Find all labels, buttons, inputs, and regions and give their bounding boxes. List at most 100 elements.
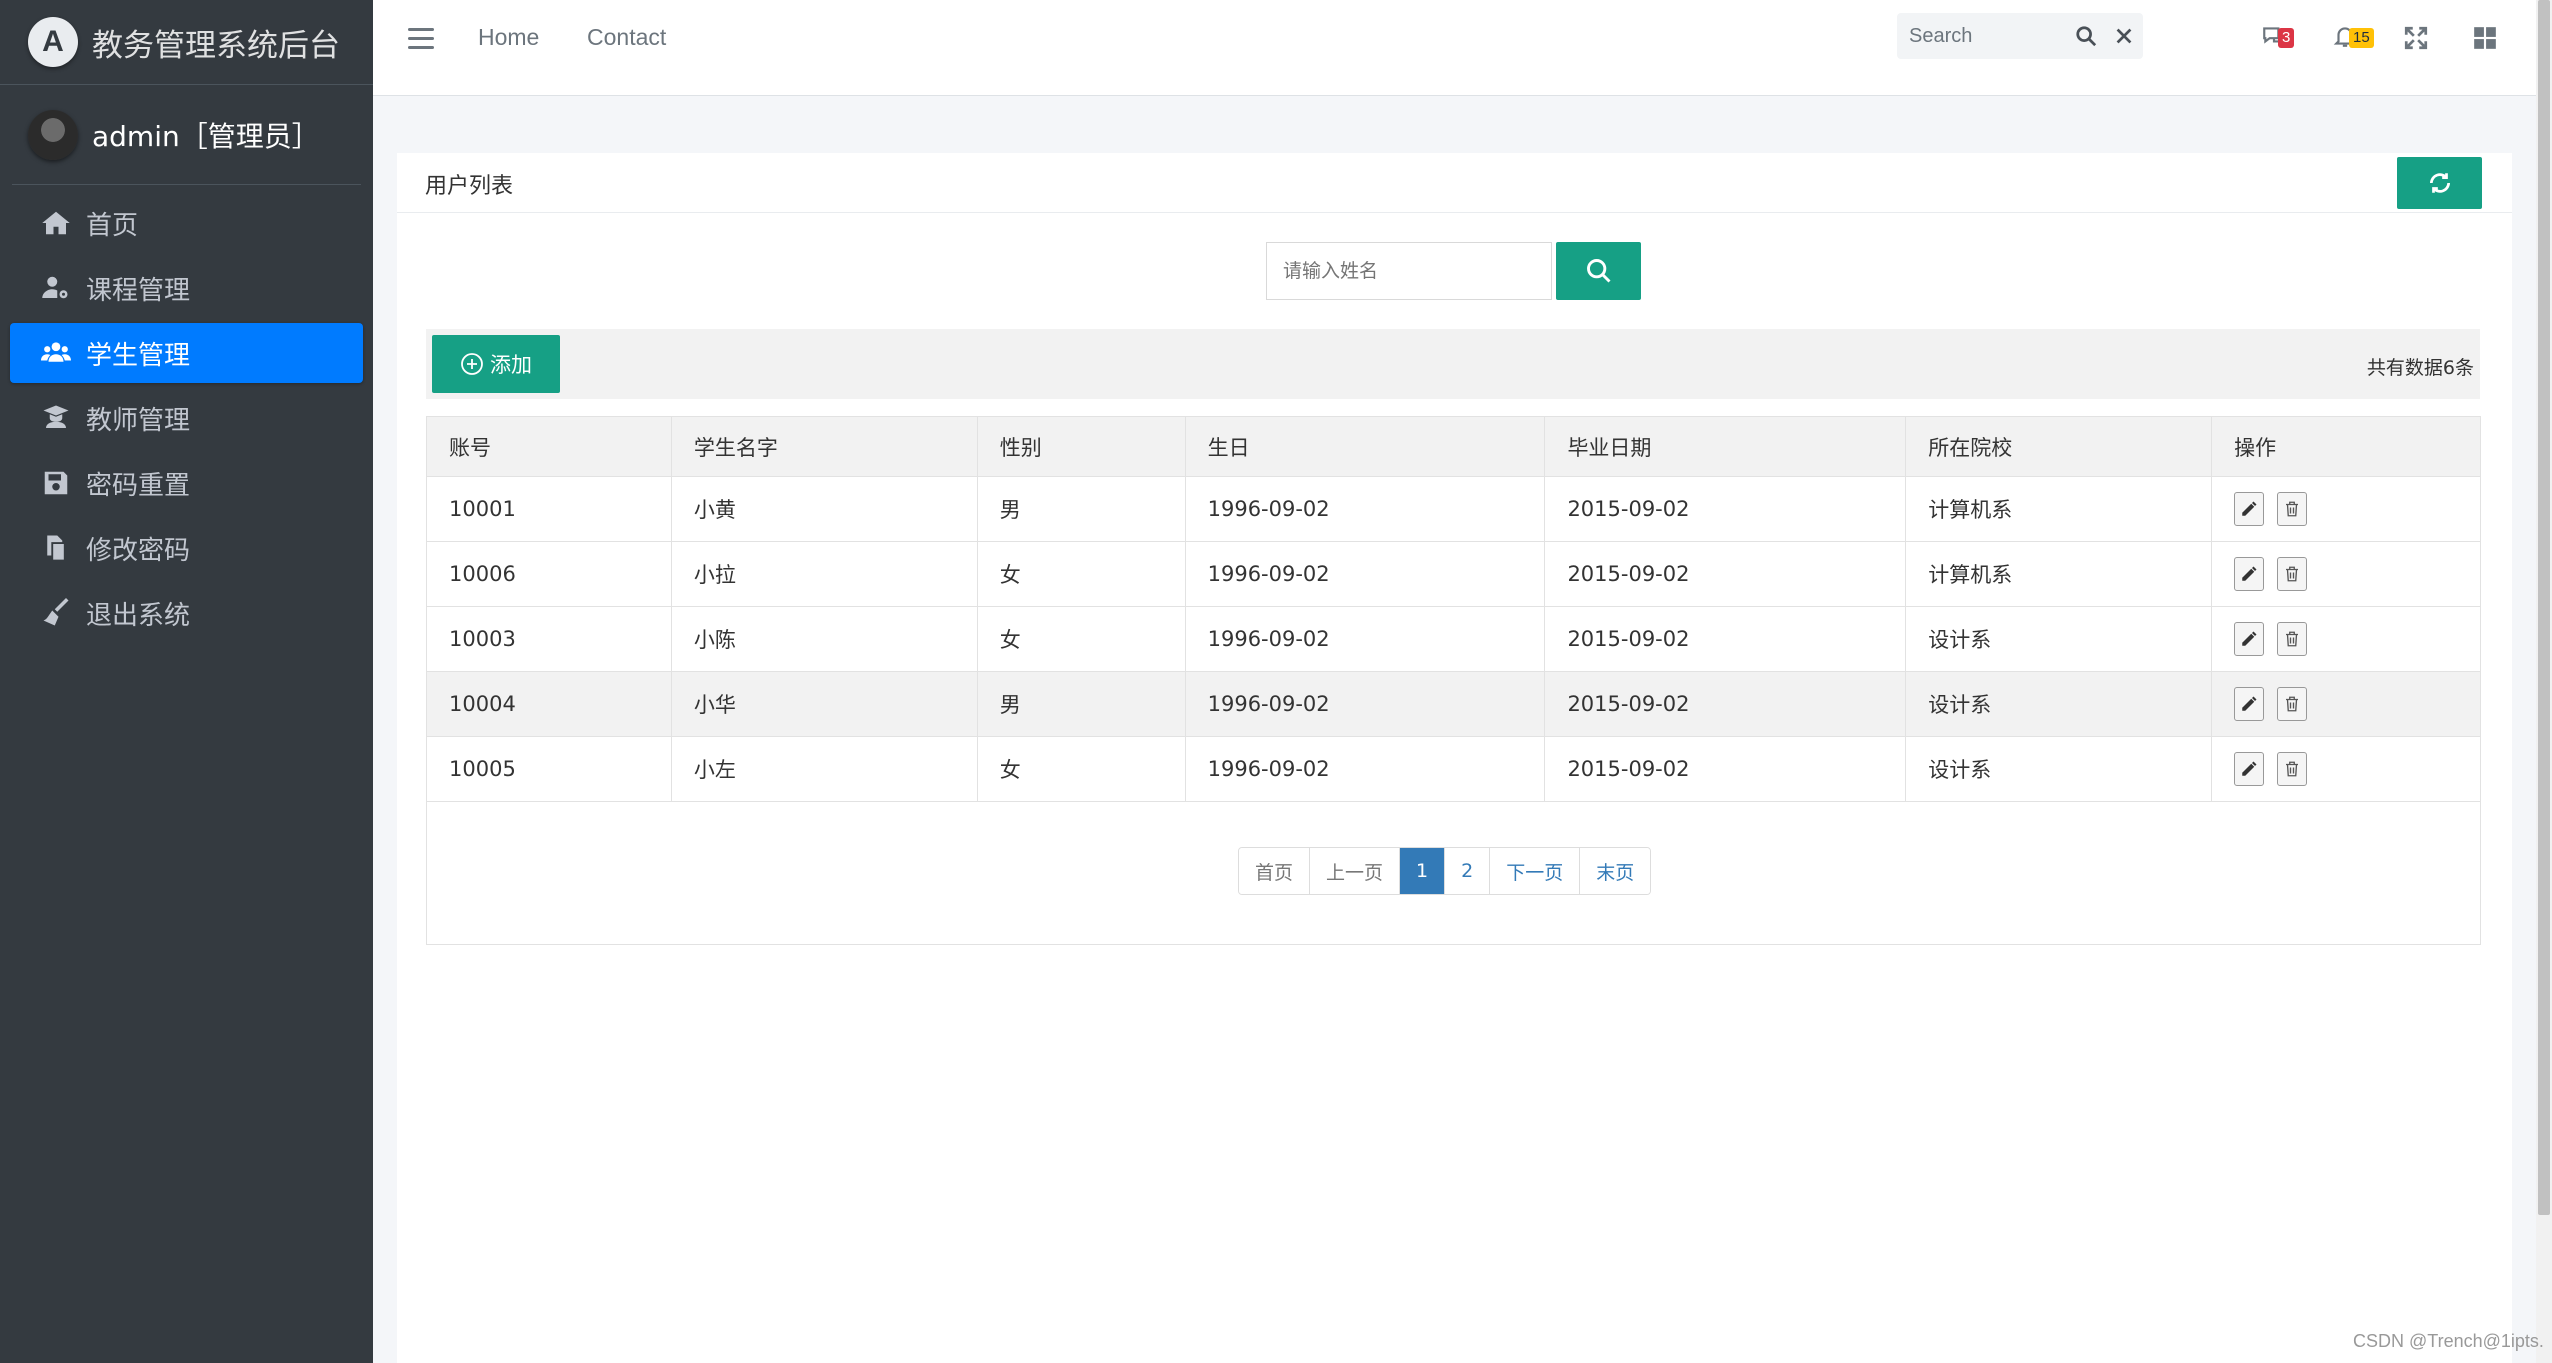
cell-birthday: 1996-09-02 [1184,476,1546,542]
users-icon [38,338,74,368]
cell-gender: 女 [976,606,1186,672]
delete-button[interactable] [2276,752,2307,786]
page-next[interactable]: 下一页 [1490,848,1581,894]
column-header[interactable]: 生日 [1184,416,1546,477]
page-first[interactable]: 首页 [1239,848,1311,894]
copy-icon [38,533,74,563]
cell-name: 小陈 [670,606,978,672]
menu-toggle-icon[interactable] [408,28,434,52]
students-table: 账号 学生名字 性别 生日 毕业日期 所在院校 操作 10001 小黄 男 19… [426,416,2481,802]
cell-birthday: 1996-09-02 [1184,736,1546,802]
column-header: 操作 [2211,416,2481,477]
user-list-card: 用户列表 添加 共有数据6条 账号 学生名字 性别 生日 毕业日期 所在院校 操… [397,153,2512,1363]
delete-button[interactable] [2276,687,2307,721]
column-header[interactable]: 学生名字 [670,416,978,477]
trash-icon [2285,501,2298,517]
messages-button[interactable]: 3 [2254,20,2295,56]
navbar-search-input[interactable] [1897,24,2067,48]
name-search-input[interactable] [1266,242,1552,300]
search-icon[interactable] [2067,13,2105,59]
graduation-cap-icon [38,403,74,433]
refresh-button[interactable] [2397,157,2482,209]
sidebar-item-home[interactable]: 首页 [10,193,363,253]
navbar-search [1897,13,2143,59]
cell-graduation-date: 2015-09-02 [1544,671,1907,737]
column-header[interactable]: 所在院校 [1905,416,2213,477]
trash-icon [2285,761,2298,777]
delete-button[interactable] [2276,557,2307,591]
pagination-area: 首页 上一页 1 2 下一页 末页 [426,801,2481,945]
sidebar: A 教务管理系统后台 admin［管理员］ 首页 课程管理 学生管理 教师管理 … [0,0,373,1363]
cell-graduation-date: 2015-09-02 [1544,476,1907,542]
edit-button[interactable] [2234,557,2265,591]
cell-name: 小拉 [670,541,978,607]
nav-link-home[interactable]: Home [478,24,539,51]
page-scrollbar-thumb[interactable] [2538,0,2550,1215]
grid-icon[interactable] [2465,20,2505,56]
close-icon[interactable] [2105,13,2143,59]
sidebar-item-label: 学生管理 [86,340,191,371]
cell-graduation-date: 2015-09-02 [1544,736,1907,802]
table-row[interactable]: 10003 小陈 女 1996-09-02 2015-09-02 设计系 [426,606,2481,672]
cell-gender: 女 [976,736,1186,802]
cell-graduation-date: 2015-09-02 [1544,606,1907,672]
column-header[interactable]: 账号 [426,416,672,477]
table-header-row: 账号 学生名字 性别 生日 毕业日期 所在院校 操作 [426,416,2481,477]
user-panel[interactable]: admin［管理员］ [12,85,361,185]
plus-circle-icon [461,353,483,375]
column-header[interactable]: 毕业日期 [1544,416,1907,477]
sidebar-item-teachers[interactable]: 教师管理 [10,388,363,448]
sidebar-item-logout[interactable]: 退出系统 [10,583,363,643]
table-row[interactable]: 10006 小拉 女 1996-09-02 2015-09-02 计算机系 [426,541,2481,607]
top-navbar: Home Contact 3 15 [373,0,2536,96]
cell-actions [2211,541,2481,607]
table-row[interactable]: 10001 小黄 男 1996-09-02 2015-09-02 计算机系 [426,476,2481,542]
column-header[interactable]: 性别 [976,416,1186,477]
page-last[interactable]: 末页 [1580,848,1651,894]
sidebar-item-courses[interactable]: 课程管理 [10,258,363,318]
brand[interactable]: A 教务管理系统后台 [0,0,373,85]
page-prev[interactable]: 上一页 [1310,848,1401,894]
sidebar-item-reset-password[interactable]: 密码重置 [10,453,363,513]
avatar [28,109,78,160]
table-row[interactable]: 10004 小华 男 1996-09-02 2015-09-02 设计系 [426,671,2481,737]
sidebar-nav: 首页 课程管理 学生管理 教师管理 密码重置 修改密码 退出系统 [0,193,373,643]
pencil-icon [2242,566,2257,581]
add-button[interactable]: 添加 [432,335,560,393]
cell-actions [2211,606,2481,672]
watermark: CSDN @Trench@1ipts. [2353,1331,2544,1351]
delete-button[interactable] [2276,622,2307,656]
notifications-badge: 15 [2349,28,2374,48]
fullscreen-icon[interactable] [2396,20,2436,56]
sidebar-item-label: 退出系统 [86,600,191,631]
delete-button[interactable] [2276,492,2307,526]
refresh-icon [2429,173,2450,193]
cell-birthday: 1996-09-02 [1184,541,1546,607]
page-1[interactable]: 1 [1400,848,1446,894]
add-button-label: 添加 [490,353,532,377]
nav-link-contact[interactable]: Contact [587,24,666,51]
sidebar-item-students[interactable]: 学生管理 [10,323,363,383]
edit-button[interactable] [2234,492,2265,526]
brand-logo: A [28,17,78,67]
cell-birthday: 1996-09-02 [1184,671,1546,737]
table-toolbar: 添加 共有数据6条 [426,329,2480,399]
pencil-icon [2242,761,2257,776]
total-count: 共有数据6条 [2366,357,2474,379]
sidebar-item-change-password[interactable]: 修改密码 [10,518,363,578]
name-search-button[interactable] [1556,242,1641,300]
cell-birthday: 1996-09-02 [1184,606,1546,672]
cell-department: 设计系 [1905,671,2213,737]
page-2[interactable]: 2 [1445,848,1491,894]
edit-button[interactable] [2234,622,2265,656]
cell-department: 计算机系 [1905,541,2213,607]
trash-icon [2285,631,2298,647]
trash-icon [2285,696,2298,712]
cell-actions [2211,476,2481,542]
brand-text: 教务管理系统后台 [92,27,340,64]
table-row[interactable]: 10005 小左 女 1996-09-02 2015-09-02 设计系 [426,736,2481,802]
pagination: 首页 上一页 1 2 下一页 末页 [1238,847,1652,895]
edit-button[interactable] [2234,687,2265,721]
edit-button[interactable] [2234,752,2265,786]
notifications-button[interactable]: 15 [2325,20,2374,56]
